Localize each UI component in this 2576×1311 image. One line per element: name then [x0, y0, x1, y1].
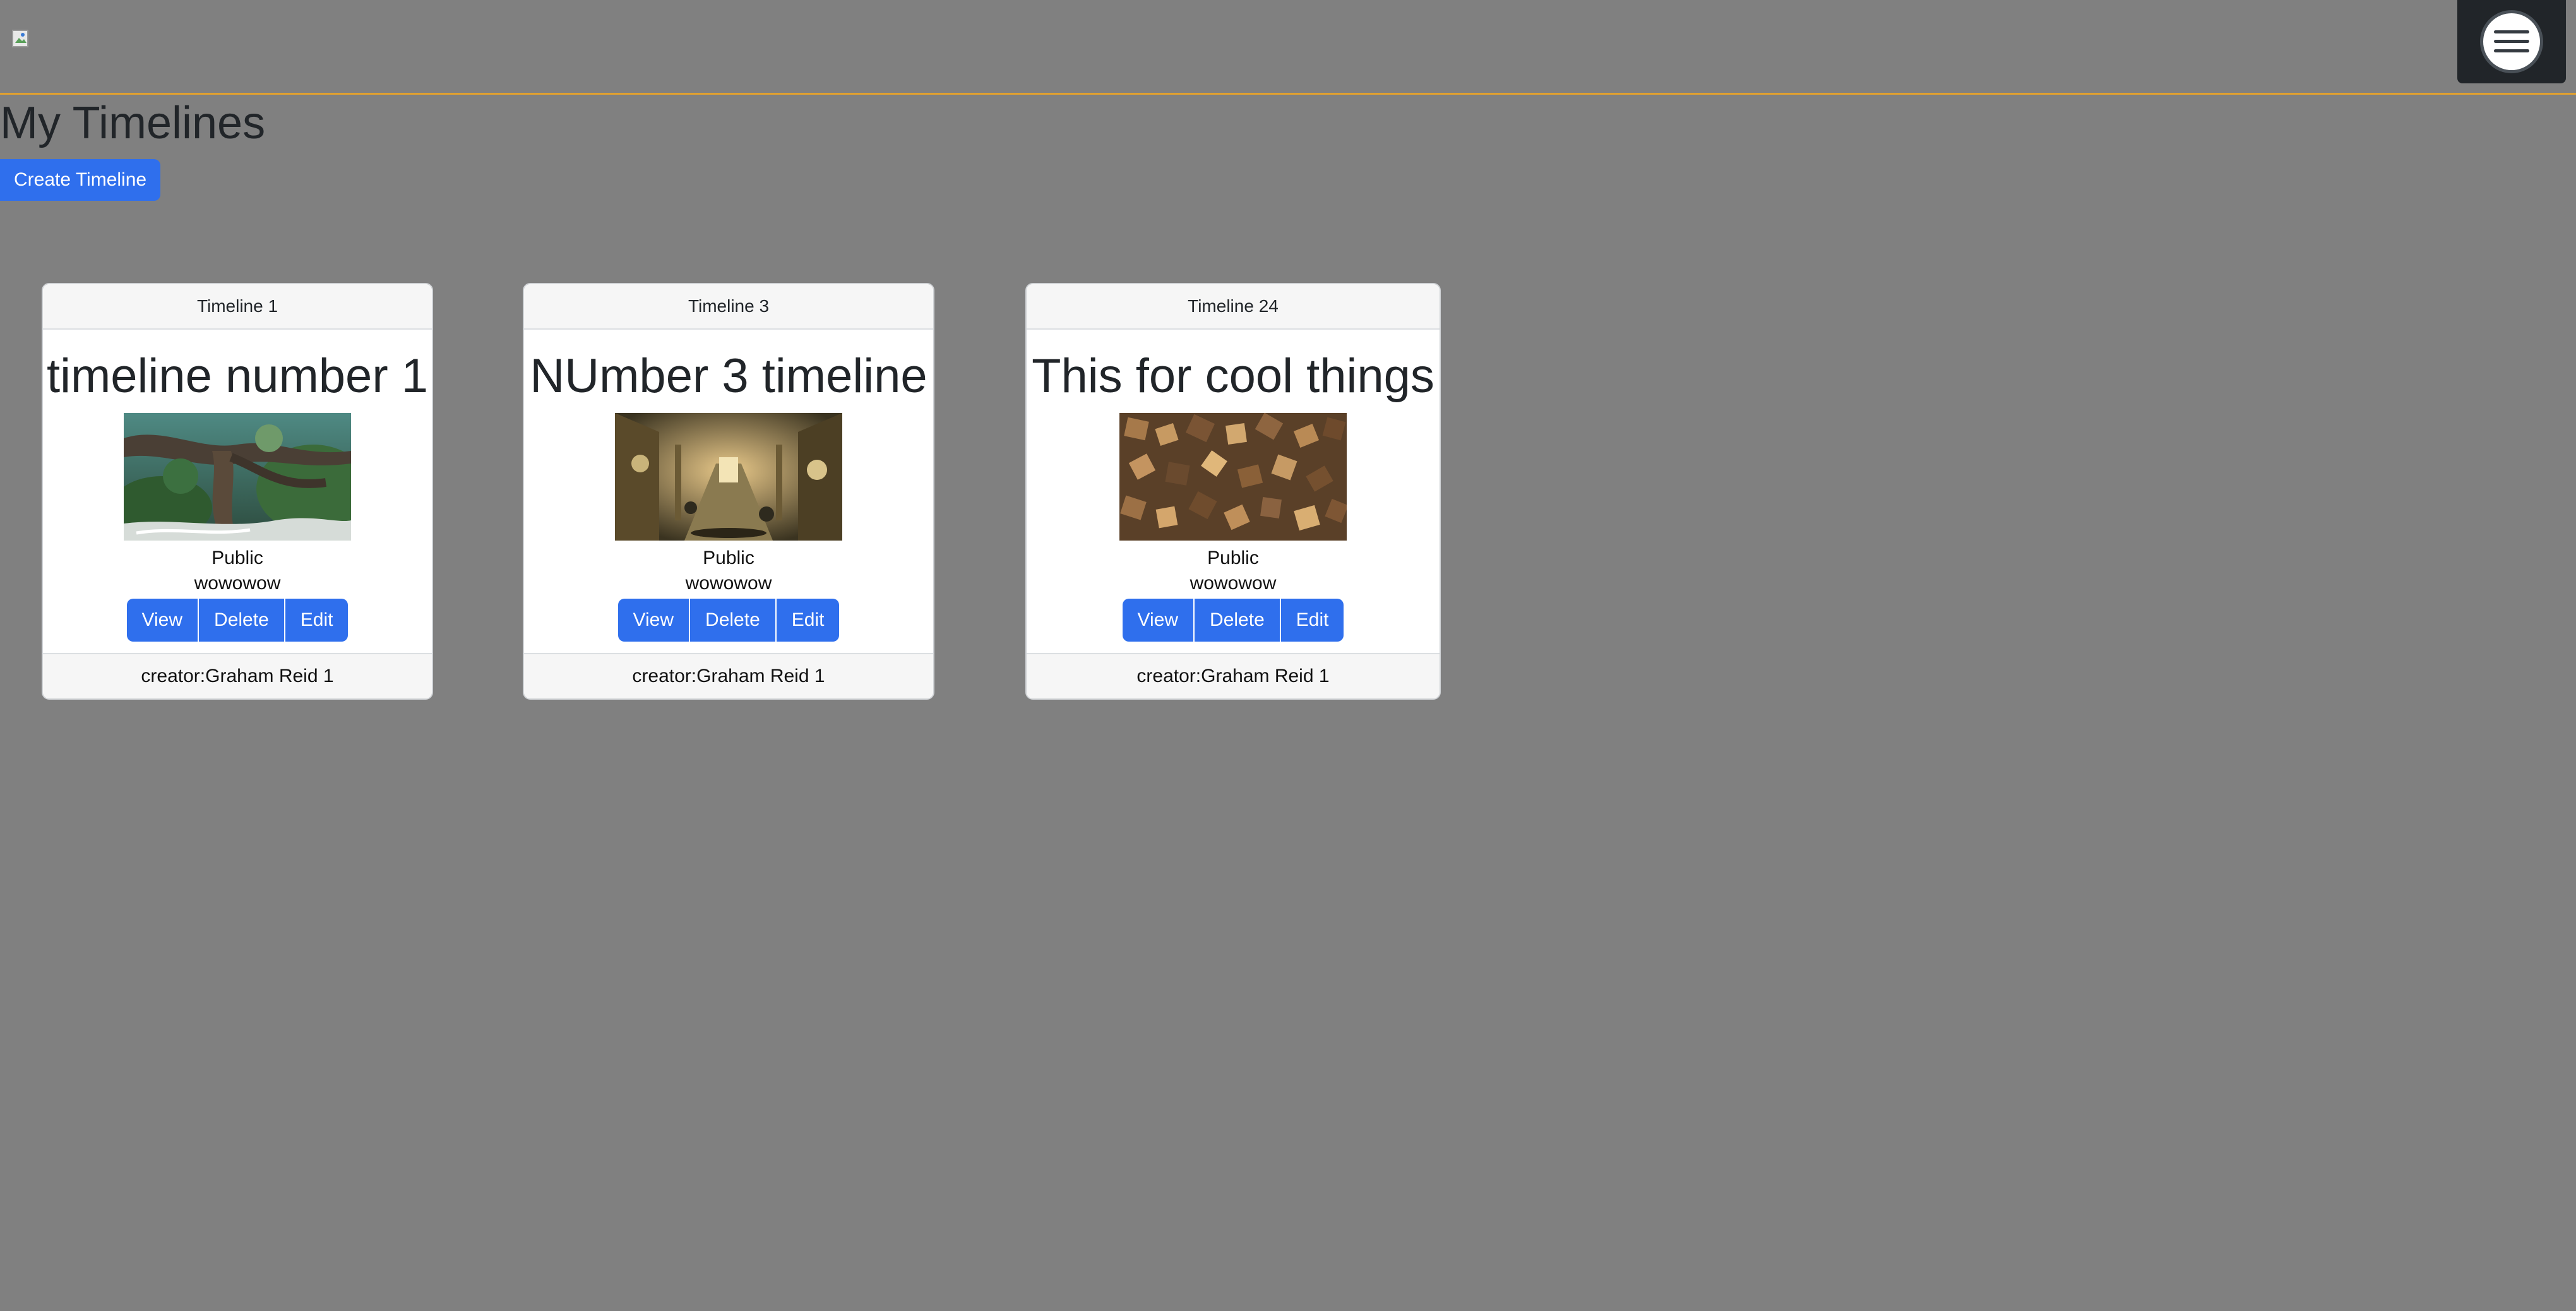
visibility-label: Public [212, 548, 263, 568]
view-button[interactable]: View [617, 599, 691, 642]
timeline-card: Timeline 3 NUmber 3 timeline Public wowo… [523, 283, 934, 700]
edit-button[interactable]: Edit [776, 599, 840, 642]
card-header: Timeline 24 [1027, 284, 1440, 330]
menu-toggle-button[interactable] [2480, 10, 2543, 73]
delete-button[interactable]: Delete [690, 599, 777, 642]
card-description: wowowow [1190, 573, 1277, 594]
timeline-card: Timeline 1 timeline number 1 Public wowo… [42, 283, 433, 700]
visibility-label: Public [703, 548, 754, 568]
card-header: Timeline 1 [43, 284, 432, 330]
top-navbar [0, 0, 2576, 95]
timeline-thumbnail [1119, 413, 1347, 541]
delete-button[interactable]: Delete [199, 599, 285, 642]
card-footer: creator:Graham Reid 1 [1027, 653, 1440, 698]
hamburger-icon [2494, 30, 2529, 52]
card-action-group: View Delete Edit [1122, 599, 1344, 642]
menu-toggle-container [2457, 0, 2566, 83]
edit-button[interactable]: Edit [1280, 599, 1344, 642]
card-header: Timeline 3 [524, 284, 933, 330]
card-title: NUmber 3 timeline [530, 349, 927, 403]
broken-logo-image-icon[interactable] [10, 28, 32, 49]
view-button[interactable]: View [126, 599, 200, 642]
visibility-label: Public [1207, 548, 1259, 568]
card-body: This for cool things Public wowowow View… [1027, 330, 1440, 653]
page-title: My Timelines [0, 98, 266, 148]
card-body: NUmber 3 timeline Public wowowow View De… [524, 330, 933, 653]
timeline-card: Timeline 24 This for cool things Public … [1025, 283, 1441, 700]
delete-button[interactable]: Delete [1195, 599, 1281, 642]
card-description: wowowow [194, 573, 281, 594]
edit-button[interactable]: Edit [285, 599, 349, 642]
create-timeline-button[interactable]: Create Timeline [0, 159, 161, 201]
card-footer: creator:Graham Reid 1 [43, 653, 432, 698]
card-action-group: View Delete Edit [126, 599, 349, 642]
card-title: This for cool things [1032, 349, 1434, 403]
card-action-group: View Delete Edit [617, 599, 840, 642]
card-body: timeline number 1 Public wowowow View De… [43, 330, 432, 653]
card-title: timeline number 1 [46, 349, 429, 403]
view-button[interactable]: View [1122, 599, 1195, 642]
card-description: wowowow [685, 573, 772, 594]
timeline-thumbnail [124, 413, 351, 541]
card-footer: creator:Graham Reid 1 [524, 653, 933, 698]
timeline-thumbnail [615, 413, 842, 541]
